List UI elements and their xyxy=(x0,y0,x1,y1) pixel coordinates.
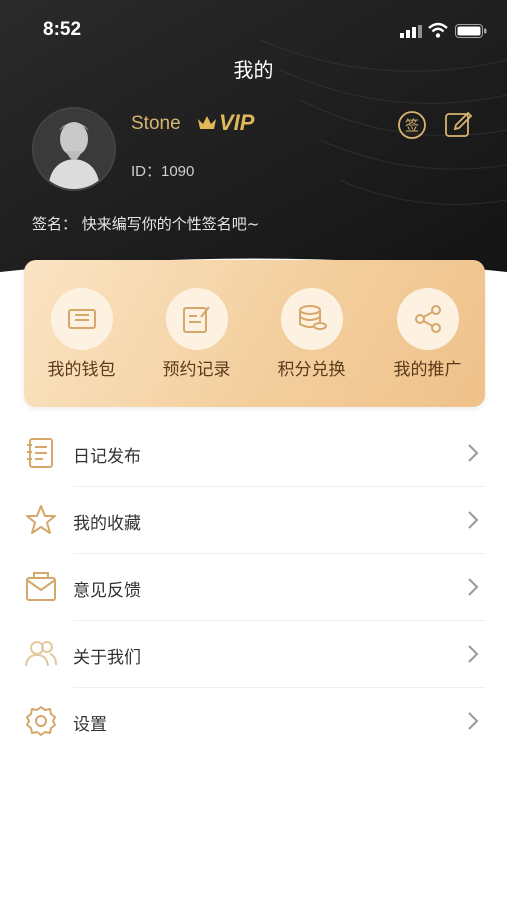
settings-icon xyxy=(26,706,56,736)
chevron-right-icon xyxy=(468,511,479,529)
edit-icon[interactable] xyxy=(444,110,474,140)
username: Stone xyxy=(131,113,181,134)
menu-item-label: 日记发布 xyxy=(73,447,141,467)
diary-icon xyxy=(27,438,53,468)
menu-item-label: 设置 xyxy=(73,715,107,735)
menu-item-label: 意见反馈 xyxy=(73,581,141,601)
menu-item-label: 我的收藏 xyxy=(73,514,141,534)
signal-icon xyxy=(400,25,422,38)
chevron-right-icon xyxy=(468,712,479,730)
vip-badge: VIP xyxy=(219,110,255,135)
menu-item-feedback[interactable]: 意见反馈 xyxy=(24,554,485,621)
menu-item-favorites[interactable]: 我的收藏 xyxy=(24,487,485,554)
promotion-button[interactable]: 我的推广 xyxy=(370,260,485,407)
sign-in-icon[interactable]: 签 xyxy=(397,110,427,140)
status-time: 8:52 xyxy=(43,19,82,40)
points-label: 积分兑换 xyxy=(277,360,346,380)
appointment-button[interactable]: 预约记录 xyxy=(139,260,254,407)
wallet-label: 我的钱包 xyxy=(47,360,116,380)
page-title: 我的 xyxy=(233,58,274,82)
menu-item-about[interactable]: 关于我们 xyxy=(24,621,485,688)
share-icon xyxy=(414,305,441,333)
points-icon xyxy=(298,305,327,330)
chevron-right-icon xyxy=(468,578,479,596)
promotion-label: 我的推广 xyxy=(393,360,462,380)
points-button[interactable]: 积分兑换 xyxy=(254,260,369,407)
signature[interactable]: 签名： 快来编写你的个性签名吧~ xyxy=(32,213,259,234)
star-icon xyxy=(26,505,56,534)
feedback-icon xyxy=(26,572,56,601)
wifi-icon xyxy=(428,22,448,38)
menu-item-diary[interactable]: 日记发布 xyxy=(24,420,485,487)
chevron-right-icon xyxy=(468,645,479,663)
appointment-label: 预约记录 xyxy=(162,360,231,380)
user-id: ID：1090 xyxy=(131,163,195,180)
status-bar: 8:52 xyxy=(0,0,507,60)
menu-item-settings[interactable]: 设置 xyxy=(24,688,485,755)
sign-in-icon-text: 签 xyxy=(405,118,419,135)
avatar[interactable] xyxy=(32,107,116,191)
battery-icon xyxy=(455,24,487,38)
wallet-button[interactable]: 我的钱包 xyxy=(24,260,139,407)
appointment-icon xyxy=(182,306,210,333)
crown-icon xyxy=(198,116,216,129)
menu-item-label: 关于我们 xyxy=(73,648,141,668)
chevron-right-icon xyxy=(468,444,479,462)
wallet-icon xyxy=(67,309,96,329)
avatar-image xyxy=(34,109,114,189)
about-icon xyxy=(25,641,57,667)
quick-actions-card: 我的钱包 预约记录 积分兑换 我的推广 xyxy=(24,260,485,407)
